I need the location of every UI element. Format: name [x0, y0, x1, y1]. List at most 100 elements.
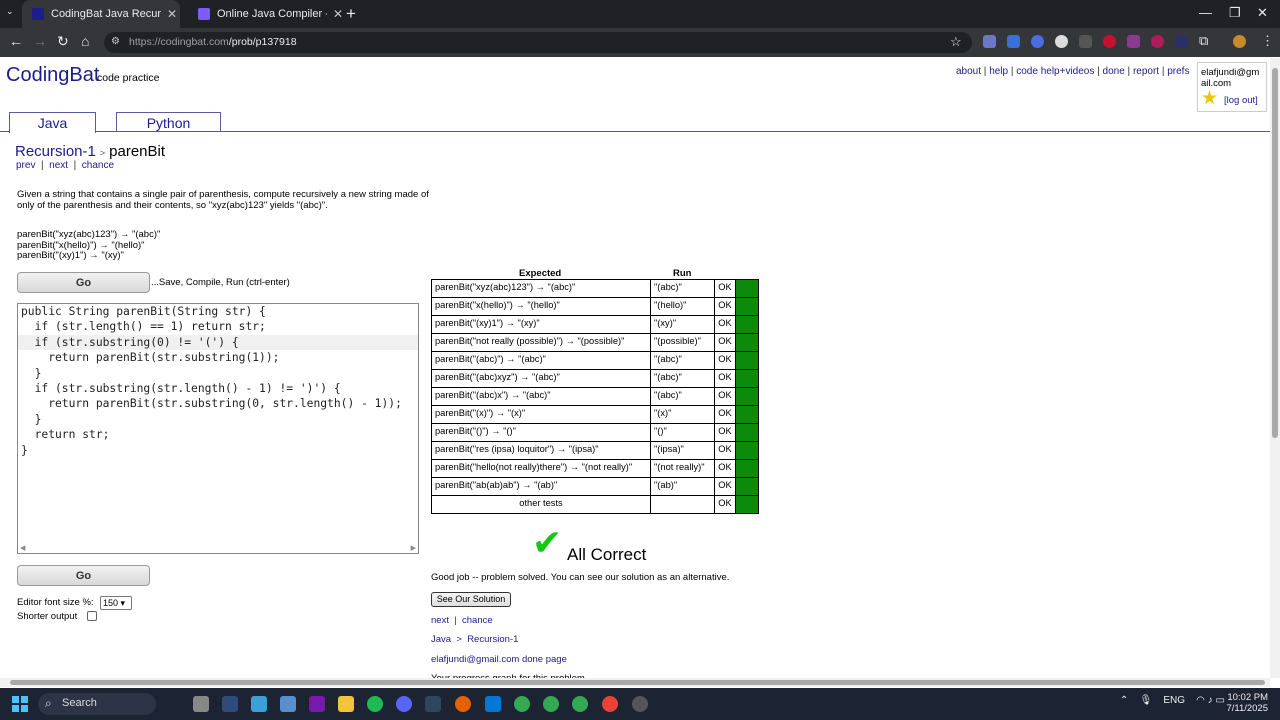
extension-icon[interactable] — [1103, 35, 1116, 48]
system-tray: ⌃ 🎙 ENG ◠ ♪ ▭ — [1120, 695, 1225, 706]
site-logo[interactable]: CodingBat — [6, 64, 99, 87]
go-button[interactable]: Go — [17, 272, 150, 293]
scroll-left-icon[interactable]: ◀ — [20, 544, 25, 552]
extension-icon[interactable] — [1031, 35, 1044, 48]
chance-link[interactable]: chance — [462, 615, 493, 626]
extensions-puzzle-icon[interactable]: ⧉ — [1199, 33, 1208, 49]
vscode-icon[interactable] — [485, 696, 501, 712]
run-cell — [650, 495, 715, 514]
run-header: Run — [673, 268, 692, 279]
discord-icon[interactable] — [396, 696, 412, 712]
site-info-icon[interactable]: ⚙ — [111, 36, 120, 47]
prev-link[interactable]: prev — [16, 160, 35, 171]
wifi-icon[interactable]: ◠ — [1196, 695, 1205, 706]
language-indicator[interactable]: ENG — [1163, 695, 1185, 706]
profile-avatar[interactable] — [1233, 35, 1246, 48]
browser-tab-active[interactable]: CodingBat Java Recursion-1 pa... ✕ — [22, 0, 180, 28]
bookmark-star-icon[interactable]: ☆ — [950, 34, 962, 50]
about-link[interactable]: about — [956, 66, 981, 77]
code-line: return parenBit(str.substring(0, str.len… — [21, 397, 402, 411]
done-link[interactable]: done — [1103, 66, 1125, 77]
scroll-right-icon[interactable]: ▶ — [411, 544, 416, 552]
result-row: parenBit("(xy)1") → "(xy)" "(xy)" OK — [431, 315, 759, 334]
extension-icon[interactable] — [1175, 35, 1188, 48]
new-tab-icon[interactable]: + — [346, 4, 356, 24]
steam-icon[interactable] — [425, 696, 441, 712]
calculator-icon[interactable] — [280, 696, 296, 712]
extension-icon[interactable] — [1055, 35, 1068, 48]
app-icon[interactable] — [632, 696, 648, 712]
shield-extension-icon[interactable] — [1079, 35, 1092, 48]
minimize-icon[interactable]: — — [1199, 5, 1212, 20]
translate-extension-icon[interactable] — [1007, 35, 1020, 48]
maximize-icon[interactable]: ❐ — [1229, 5, 1241, 21]
tab-title: CodingBat Java Recursion-1 pa... — [51, 8, 161, 20]
editor-horizontal-scrollbar[interactable]: ◀ ▶ — [18, 544, 418, 553]
expected-cell: parenBit("(abc)") → "(abc)" — [431, 351, 651, 370]
forward-icon[interactable]: → — [33, 33, 47, 49]
expected-cell: parenBit("(x)") → "(x)" — [431, 405, 651, 424]
close-icon[interactable]: ✕ — [333, 7, 343, 21]
see-solution-button[interactable]: See Our Solution — [431, 592, 511, 607]
chrome-icon[interactable] — [572, 696, 588, 712]
help-link[interactable]: help — [989, 66, 1008, 77]
compiler-favicon-icon — [198, 8, 210, 20]
code-line: public String parenBit(String str) { — [21, 305, 266, 318]
app-icon[interactable] — [222, 696, 238, 712]
close-icon[interactable]: ✕ — [167, 7, 177, 21]
chrome-icon[interactable] — [543, 696, 559, 712]
logout-link[interactable]: [log out] — [1224, 95, 1258, 106]
windows-start-icon[interactable] — [12, 696, 28, 712]
shorter-output-checkbox[interactable] — [87, 611, 97, 621]
volume-icon[interactable]: ♪ — [1208, 695, 1213, 706]
extension-icon[interactable] — [1151, 35, 1164, 48]
task-view-icon[interactable] — [193, 696, 209, 712]
next-link[interactable]: next — [431, 615, 449, 626]
run-cell: "()" — [650, 423, 715, 442]
tab-java[interactable]: Java — [9, 112, 96, 133]
back-icon[interactable]: ← — [9, 33, 23, 49]
status-cell: OK — [714, 333, 736, 352]
tab-search-icon[interactable]: ⌄ — [6, 6, 20, 20]
file-explorer-icon[interactable] — [338, 696, 354, 712]
good-job-text: Good job -- problem solved. You can see … — [431, 572, 730, 583]
close-window-icon[interactable]: ✕ — [1257, 5, 1268, 21]
section-link[interactable]: Recursion-1 — [15, 143, 96, 160]
expected-cell: parenBit("(abc)x") → "(abc)" — [431, 387, 651, 406]
section-link[interactable]: Recursion-1 — [467, 634, 518, 645]
browser-menu-icon[interactable]: ⋮ — [1261, 33, 1274, 49]
onenote-icon[interactable] — [309, 696, 325, 712]
extension-icon[interactable] — [1127, 35, 1140, 48]
code-text[interactable]: public String parenBit(String str) { if … — [21, 304, 402, 458]
vertical-scroll-thumb[interactable] — [1272, 68, 1278, 438]
taskbar-search[interactable]: ⌕ Search — [38, 693, 156, 715]
notepad-icon[interactable] — [251, 696, 267, 712]
chevron-up-icon[interactable]: ⌃ — [1120, 695, 1128, 706]
spotify-icon[interactable] — [367, 696, 383, 712]
chance-link[interactable]: chance — [82, 160, 114, 171]
java-link[interactable]: Java — [431, 634, 451, 645]
url-text[interactable]: https://codingbat.com/prob/p137918 — [129, 36, 297, 48]
code-help-link[interactable]: code help+videos — [1016, 66, 1094, 77]
horizontal-scroll-thumb[interactable] — [10, 680, 1265, 685]
microphone-icon[interactable]: 🎙 — [1140, 695, 1153, 706]
tab-python[interactable]: Python — [116, 112, 221, 131]
prefs-link[interactable]: prefs — [1167, 66, 1189, 77]
next-link[interactable]: next — [49, 160, 68, 171]
go-button[interactable]: Go — [17, 565, 150, 586]
chrome-icon[interactable] — [514, 696, 530, 712]
run-cell: "(not really)" — [650, 459, 715, 478]
reload-icon[interactable]: ↻ — [57, 33, 69, 50]
pass-indicator — [735, 369, 759, 388]
clock[interactable]: 10:02 PM 7/11/2025 — [1222, 692, 1268, 714]
firefox-icon[interactable] — [455, 696, 471, 712]
extension-icon[interactable] — [983, 35, 996, 48]
report-link[interactable]: report — [1133, 66, 1159, 77]
browser-tab[interactable]: Online Java Compiler - Program... ✕ — [192, 0, 350, 28]
expected-cell: parenBit("ab(ab)ab") → "(ab)" — [431, 477, 651, 496]
result-row: parenBit("ab(ab)ab") → "(ab)" "(ab)" OK — [431, 477, 759, 496]
chrome-active-icon[interactable] — [602, 696, 618, 712]
font-size-select[interactable]: 150 ▾ — [100, 596, 132, 610]
done-page-link[interactable]: elafjundi@gmail.com done page — [431, 654, 567, 665]
home-icon[interactable]: ⌂ — [81, 33, 89, 49]
